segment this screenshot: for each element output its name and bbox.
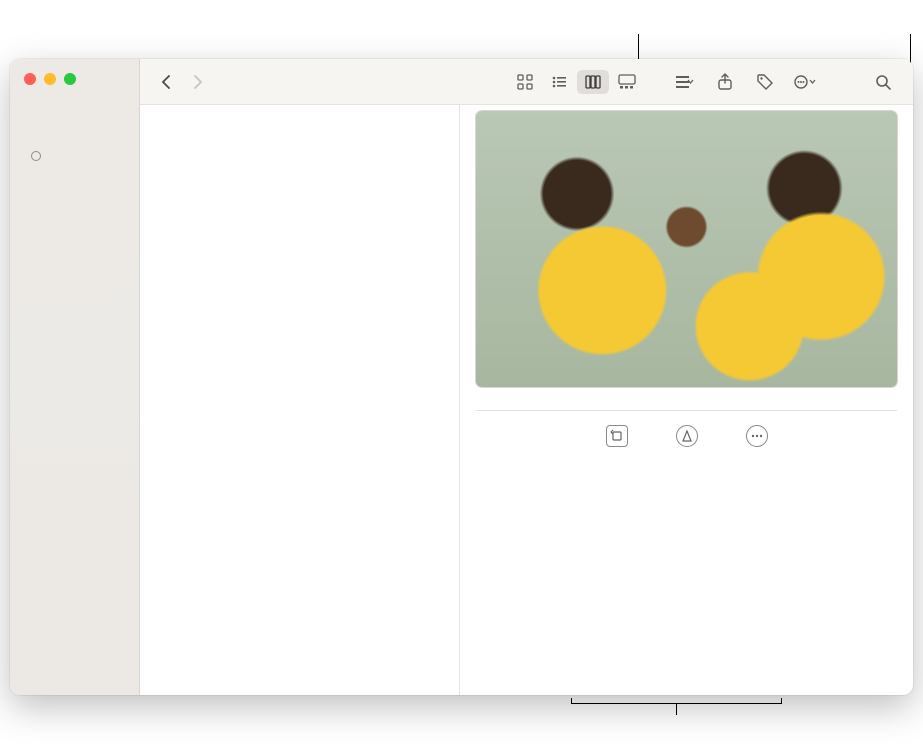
sidebar-all-tags[interactable] <box>14 145 135 167</box>
sidebar-section-locations <box>10 119 139 132</box>
finder-window <box>10 59 913 695</box>
maximize-button[interactable] <box>64 73 76 85</box>
all-tags-icon <box>28 148 44 164</box>
annotation-line <box>676 703 677 715</box>
markup-icon <box>676 425 698 447</box>
share-button[interactable] <box>709 70 741 94</box>
toolbar <box>140 59 913 105</box>
more-action[interactable] <box>746 425 768 452</box>
annotation-line <box>571 698 572 704</box>
forward-button[interactable] <box>186 70 210 94</box>
preview-image <box>476 111 897 387</box>
quick-actions <box>476 411 897 452</box>
tags-button[interactable] <box>749 70 781 94</box>
column-view-button[interactable] <box>577 70 609 94</box>
minimize-button[interactable] <box>44 73 56 85</box>
back-button[interactable] <box>154 70 178 94</box>
main-area <box>140 59 913 695</box>
rotate-icon <box>606 425 628 447</box>
rotate-left-action[interactable] <box>606 425 628 452</box>
close-button[interactable] <box>24 73 36 85</box>
annotation-line <box>638 34 639 59</box>
more-icon <box>746 425 768 447</box>
file-list-column <box>140 105 460 695</box>
list-view-button[interactable] <box>543 70 575 94</box>
action-menu-button[interactable] <box>789 70 821 94</box>
view-mode-group <box>509 70 643 94</box>
content-area <box>140 105 913 695</box>
sidebar-section-favorites <box>10 93 139 106</box>
annotation-line <box>781 698 782 704</box>
sidebar-section-icloud <box>10 106 139 119</box>
group-by-button[interactable] <box>669 70 701 94</box>
search-button[interactable] <box>867 70 899 94</box>
markup-action[interactable] <box>676 425 698 452</box>
window-controls <box>10 67 139 93</box>
gallery-view-button[interactable] <box>611 70 643 94</box>
sidebar-section-tags <box>10 132 139 145</box>
sidebar <box>10 59 140 695</box>
icon-view-button[interactable] <box>509 70 541 94</box>
preview-column <box>460 105 913 695</box>
